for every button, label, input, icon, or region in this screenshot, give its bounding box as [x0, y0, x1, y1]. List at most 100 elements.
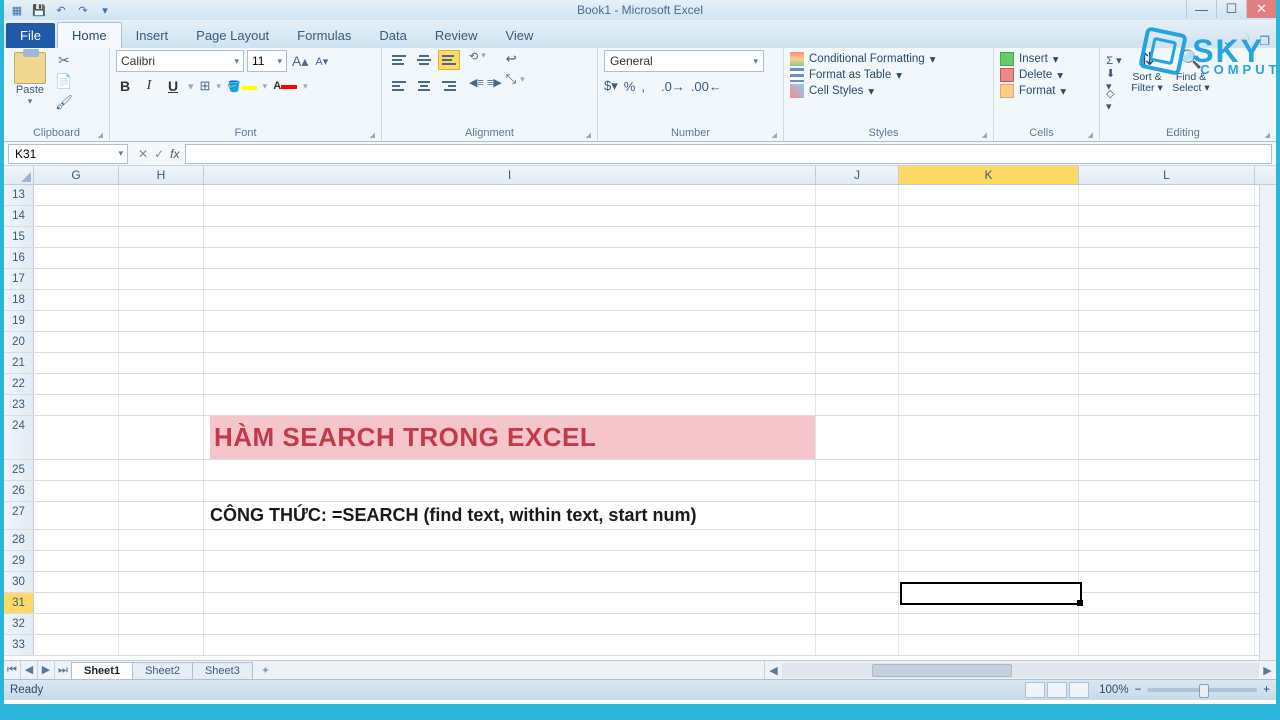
file-tab[interactable]: File	[6, 23, 55, 48]
zoom-slider[interactable]	[1147, 688, 1257, 692]
cell[interactable]	[119, 353, 204, 373]
col-header-i[interactable]: I	[204, 166, 816, 184]
cell[interactable]	[119, 185, 204, 205]
cell[interactable]	[34, 353, 119, 373]
cell[interactable]	[34, 374, 119, 394]
cell[interactable]	[899, 416, 1079, 459]
font-size-select[interactable]: 11▾	[247, 50, 287, 72]
row-header[interactable]: 29	[4, 551, 34, 571]
align-top-button[interactable]	[388, 50, 410, 70]
fill-color-icon[interactable]: 🪣	[227, 80, 257, 93]
sheet-tab-3[interactable]: Sheet3	[192, 662, 253, 679]
cell[interactable]	[204, 530, 816, 550]
window-restore-icon[interactable]: ❐	[1259, 34, 1270, 48]
cell[interactable]	[816, 353, 899, 373]
cancel-formula-icon[interactable]: ✕	[138, 147, 148, 161]
undo-icon[interactable]: ↶	[52, 2, 70, 18]
page-layout-tab[interactable]: Page Layout	[182, 23, 283, 48]
home-tab[interactable]: Home	[57, 22, 122, 48]
vertical-scrollbar[interactable]	[1259, 185, 1276, 660]
cell[interactable]	[204, 460, 816, 480]
find-select-button[interactable]: 🔍Find & Select ▾	[1170, 50, 1212, 95]
cell[interactable]	[816, 248, 899, 268]
cell[interactable]	[119, 460, 204, 480]
formulas-tab[interactable]: Formulas	[283, 23, 365, 48]
cell[interactable]	[119, 572, 204, 592]
cell[interactable]	[34, 614, 119, 634]
cell[interactable]	[816, 416, 899, 459]
cell[interactable]	[34, 395, 119, 415]
align-middle-button[interactable]	[413, 50, 435, 70]
cell[interactable]: HÀM SEARCH TRONG EXCEL	[204, 416, 816, 459]
sheet-tab-2[interactable]: Sheet2	[132, 662, 193, 679]
cell[interactable]	[1079, 614, 1255, 634]
cell[interactable]	[119, 593, 204, 613]
cell[interactable]	[1079, 353, 1255, 373]
format-painter-icon[interactable]: 🖌	[54, 94, 74, 111]
borders-icon[interactable]: ⊞	[200, 78, 211, 94]
cell[interactable]	[1079, 395, 1255, 415]
copy-icon[interactable]: 📄	[54, 73, 74, 90]
sheet-nav-first-icon[interactable]: ⏮	[4, 661, 21, 679]
align-bottom-button[interactable]	[438, 50, 460, 70]
paste-button[interactable]: Paste ▾	[10, 50, 50, 107]
cell[interactable]	[1079, 227, 1255, 247]
row-header[interactable]: 31	[4, 593, 34, 613]
sheet-nav-next-icon[interactable]: ▶	[38, 661, 55, 679]
cell[interactable]	[899, 593, 1079, 613]
cell[interactable]	[816, 332, 899, 352]
cell[interactable]	[34, 593, 119, 613]
decrease-font-icon[interactable]: A▾	[313, 55, 330, 68]
cell[interactable]	[816, 311, 899, 331]
cell[interactable]	[1079, 481, 1255, 501]
align-center-button[interactable]	[413, 76, 435, 96]
cell[interactable]	[34, 185, 119, 205]
percent-format-icon[interactable]: %	[624, 79, 636, 94]
cell[interactable]	[816, 290, 899, 310]
cell[interactable]	[204, 227, 816, 247]
row-header[interactable]: 27	[4, 502, 34, 529]
cell[interactable]	[816, 502, 899, 529]
sort-filter-button[interactable]: ⇅Sort & Filter ▾	[1126, 50, 1168, 95]
align-left-button[interactable]	[388, 76, 410, 96]
cell[interactable]	[119, 332, 204, 352]
cell[interactable]	[119, 227, 204, 247]
cell[interactable]	[204, 395, 816, 415]
row-header[interactable]: 26	[4, 481, 34, 501]
cell[interactable]	[34, 227, 119, 247]
font-color-icon[interactable]: A	[273, 80, 297, 92]
row-header[interactable]: 30	[4, 572, 34, 592]
cell[interactable]	[34, 311, 119, 331]
insert-function-icon[interactable]: fx	[170, 147, 179, 161]
sheet-tab-1[interactable]: Sheet1	[71, 662, 133, 679]
row-header[interactable]: 25	[4, 460, 34, 480]
cell[interactable]	[1079, 635, 1255, 655]
cell[interactable]	[816, 614, 899, 634]
minimize-ribbon-icon[interactable]: ⌄	[1222, 34, 1232, 48]
row-header[interactable]: 18	[4, 290, 34, 310]
cell[interactable]	[1079, 185, 1255, 205]
cell[interactable]	[816, 206, 899, 226]
font-name-select[interactable]: Calibri▾	[116, 50, 244, 72]
row-header[interactable]: 17	[4, 269, 34, 289]
help-icon[interactable]: ❔	[1238, 34, 1253, 48]
col-header-h[interactable]: H	[119, 166, 204, 184]
zoom-in-button[interactable]: +	[1263, 684, 1270, 696]
increase-font-icon[interactable]: A▴	[290, 53, 310, 70]
cell[interactable]	[899, 332, 1079, 352]
cell[interactable]	[204, 248, 816, 268]
page-break-view-icon[interactable]	[1069, 682, 1089, 698]
cell[interactable]	[899, 395, 1079, 415]
page-layout-view-icon[interactable]	[1047, 682, 1067, 698]
view-tab[interactable]: View	[491, 23, 547, 48]
cell[interactable]	[816, 481, 899, 501]
cell[interactable]	[34, 332, 119, 352]
cells-format-button[interactable]: Format ▾	[1000, 84, 1093, 98]
cell[interactable]	[119, 614, 204, 634]
cell[interactable]	[204, 614, 816, 634]
cell[interactable]	[119, 481, 204, 501]
bold-button[interactable]: B	[116, 78, 134, 94]
row-header[interactable]: 13	[4, 185, 34, 205]
cell[interactable]	[816, 572, 899, 592]
cell[interactable]	[1079, 374, 1255, 394]
